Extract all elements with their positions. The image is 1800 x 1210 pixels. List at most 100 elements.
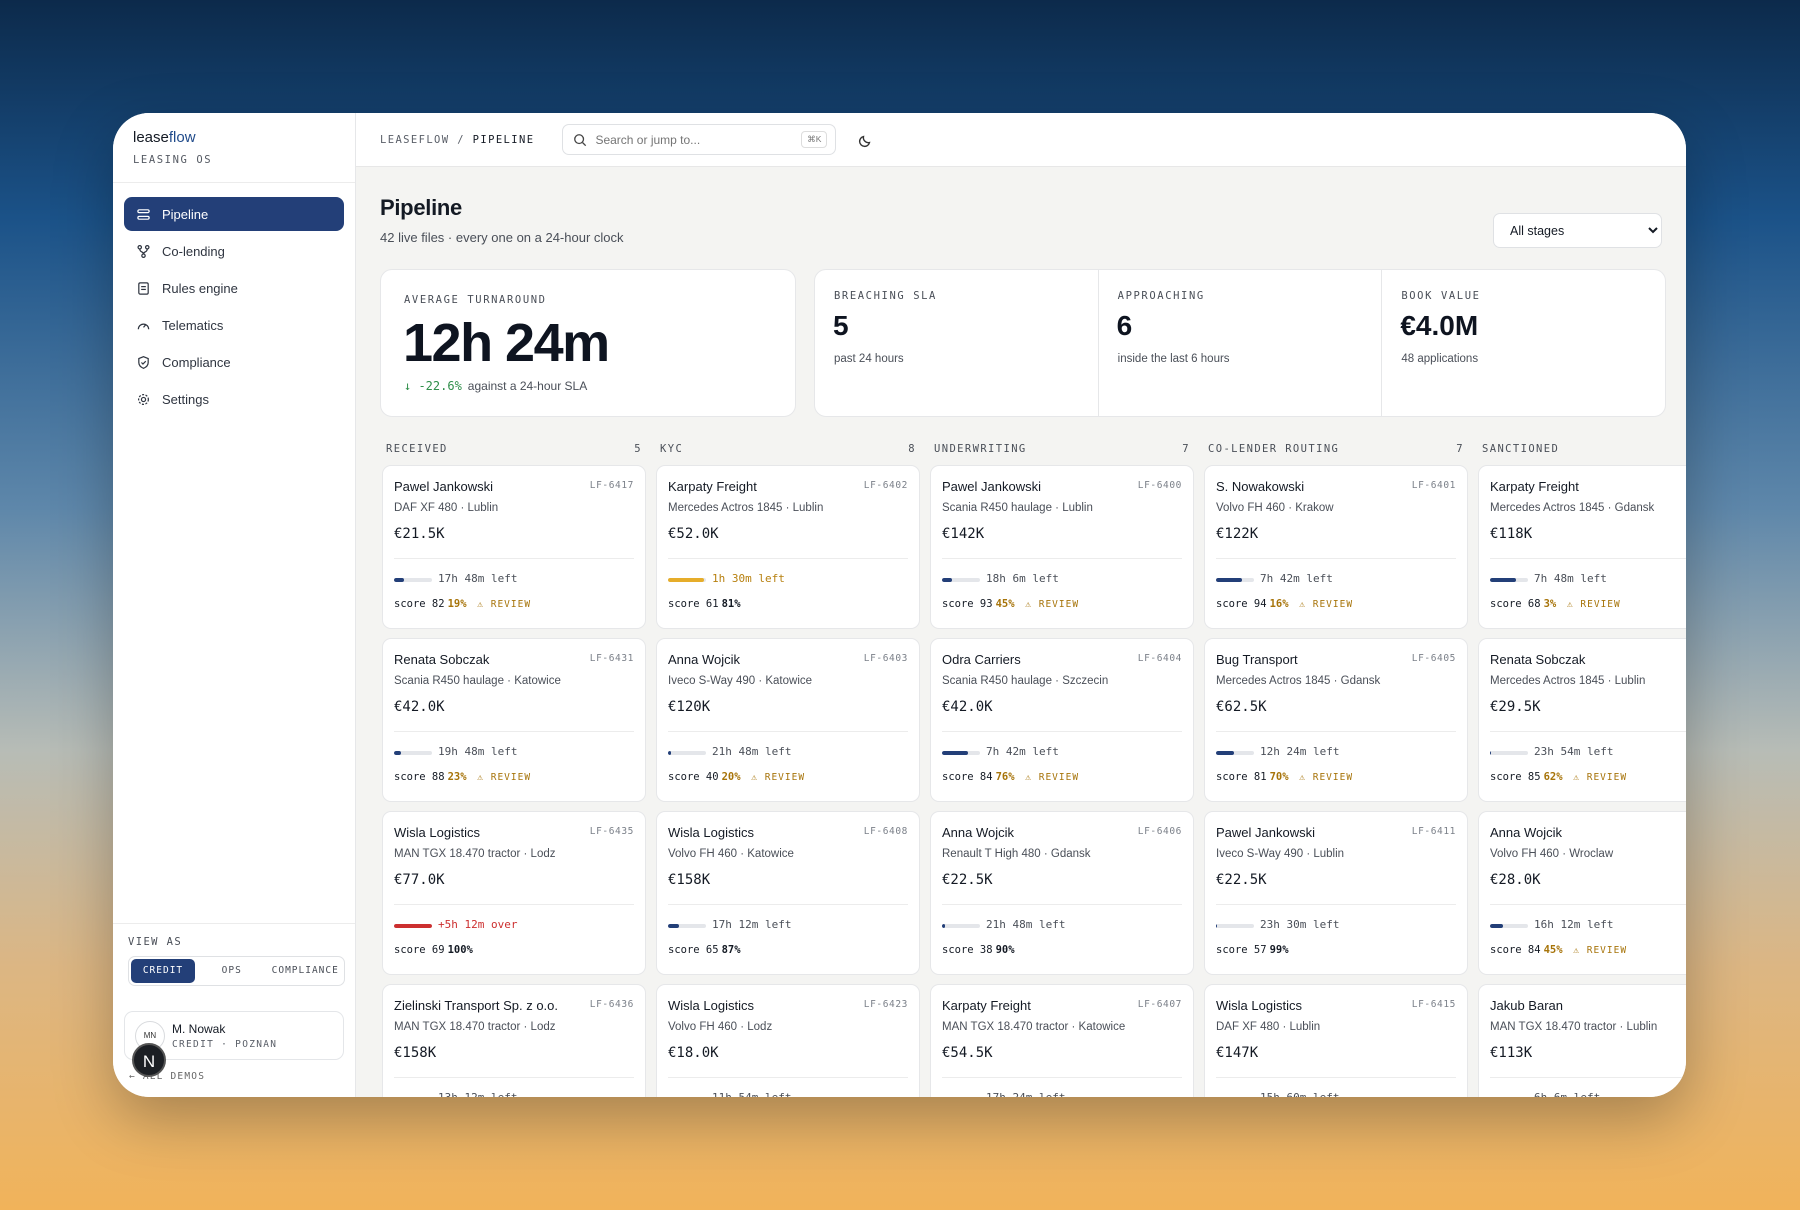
credit-score: score 68 [1490, 598, 1541, 610]
kpi-value: 12h 24m [403, 313, 610, 373]
application-card[interactable]: Jakub Baran MAN TGX 18.470 tractor · Lubl… [1478, 984, 1686, 1097]
application-id: LF-6405 [1411, 653, 1456, 664]
vehicle-info: Scania R450 haulage · Szczecin [942, 675, 1109, 687]
credit-score: score 93 [942, 598, 993, 610]
application-card[interactable]: Pawel Jankowski LF-6417 DAF XF 480 · Lubli… [382, 465, 646, 629]
score-row: score 82 19% ⚠ REVIEW [394, 598, 531, 610]
sla-time-remaining: 7h 42m left [1260, 572, 1333, 585]
kpi-label: BOOK VALUE [1401, 290, 1481, 302]
vehicle-info: MAN TGX 18.470 tractor · Lodz [394, 848, 556, 860]
application-card[interactable]: Anna Wojcik LF-6406 Renault T High 480 · G… [930, 811, 1194, 975]
card-divider [394, 904, 634, 905]
card-divider [942, 1077, 1182, 1078]
column-header: CO-LENDER ROUTING 7 [1204, 433, 1468, 465]
view-as-ops[interactable]: OPS [195, 959, 269, 983]
ltv-percent: 62% [1543, 771, 1563, 783]
sla-time-remaining: 21h 48m left [712, 745, 792, 758]
applicant-name: Anna Wojcik [1490, 825, 1563, 840]
review-flag: ⚠ REVIEW [1567, 772, 1628, 783]
application-card[interactable]: Bug Transport LF-6405 Mercedes Actros 1845… [1204, 638, 1468, 802]
sla-progress-fill [1216, 578, 1242, 582]
sidebar-item-label: Compliance [162, 354, 231, 370]
application-card[interactable]: Wisla Logistics LF-6408 Volvo FH 460 · Kat… [656, 811, 920, 975]
card-divider [668, 1077, 908, 1078]
sla-progress-bar [1216, 578, 1254, 582]
applicant-name: Odra Carriers [942, 652, 1021, 667]
sidebar-item-telematics[interactable]: Telematics [124, 308, 344, 342]
pipeline-board: RECEIVED 5 Pawel Jankowski LF-6417 DAF XF 48… [380, 433, 1686, 1097]
credit-score: score 65 [668, 944, 719, 956]
view-as-compliance[interactable]: COMPLIANCE [269, 959, 343, 983]
sla-time-remaining: 12h 24m left [1260, 745, 1340, 758]
sidebar-item-label: Telematics [162, 317, 224, 333]
application-card[interactable]: Anna Wojcik LF-6403 Iveco S-Way 490 · Kato… [656, 638, 920, 802]
application-card[interactable]: Wisla Logistics LF-6423 Volvo FH 460 · Lod… [656, 984, 920, 1097]
score-row: score 85 62% ⚠ REVIEW [1490, 771, 1627, 783]
application-card[interactable]: Karpaty Freight LF-6407 MAN TGX 18.470 tra… [930, 984, 1194, 1097]
vehicle-info: DAF XF 480 · Lublin [1216, 1021, 1321, 1033]
application-card[interactable]: S. Nowakowski LF-6401 Volvo FH 460 · Krako… [1204, 465, 1468, 629]
application-card[interactable]: Wisla Logistics LF-6415 DAF XF 480 · Lubli… [1204, 984, 1468, 1097]
view-as-credit[interactable]: CREDIT [131, 959, 195, 983]
loan-amount: €122K [1216, 526, 1259, 542]
sla-progress-bar [1490, 751, 1528, 755]
sidebar-item-compliance[interactable]: Compliance [124, 345, 344, 379]
kpi-note: 48 applications [1401, 353, 1479, 365]
application-card[interactable]: Karpaty Freight LF-6402 Mercedes Actros 18… [656, 465, 920, 629]
sla-progress-bar [668, 924, 706, 928]
sla-time-remaining: 1h 30m left [712, 572, 785, 585]
ltv-percent: 3% [1543, 598, 1557, 610]
sla-progress-fill [1490, 751, 1491, 755]
sla-time-remaining: 16h 12m left [1534, 918, 1614, 931]
application-card[interactable]: Odra Carriers LF-6404 Scania R450 haulage … [930, 638, 1194, 802]
rules-icon [138, 281, 149, 295]
review-label: REVIEW [490, 599, 532, 610]
applicant-name: Karpaty Freight [942, 998, 1031, 1013]
warning-icon: ⚠ [470, 599, 491, 610]
brand: leaseflow LEASING OS [113, 113, 355, 183]
application-card[interactable]: Zielinski Transport Sp. z o.o. LF-6436 MAN… [382, 984, 646, 1097]
card-divider [942, 558, 1182, 559]
application-card[interactable]: Karpaty Freight Mercedes Actros 1845 · Gd… [1478, 465, 1686, 629]
application-card[interactable]: Pawel Jankowski LF-6411 Iveco S-Way 490 · … [1204, 811, 1468, 975]
application-card[interactable]: Pawel Jankowski LF-6400 Scania R450 haulag… [930, 465, 1194, 629]
sla-time-remaining: 13h 12m left [438, 1091, 517, 1097]
app-logo[interactable]: leaseflow [133, 129, 335, 146]
app-subtitle: LEASING OS [133, 154, 213, 166]
sla-progress-bar [1490, 924, 1528, 928]
review-flag: ⚠ REVIEW [1293, 772, 1354, 783]
loan-amount: €52.0K [668, 526, 719, 542]
sla-progress-fill [668, 578, 704, 582]
sidebar-item-co-lending[interactable]: Co-lending [124, 234, 344, 268]
sidebar-item-rules-engine[interactable]: Rules engine [124, 271, 344, 305]
application-id: LF-6435 [589, 826, 634, 837]
sidebar: leaseflow LEASING OS Pipeline Co-lending R… [113, 113, 356, 1097]
n-badge-icon[interactable]: N [132, 1043, 166, 1077]
search-input[interactable] [595, 132, 796, 147]
stage-filter-select[interactable]: All stages [1493, 213, 1662, 248]
search-box[interactable]: ⌘K [562, 124, 837, 155]
application-id: LF-6402 [863, 480, 908, 491]
sidebar-item-settings[interactable]: Settings [124, 382, 344, 416]
sidebar-item-pipeline[interactable]: Pipeline [124, 197, 344, 231]
sidebar-nav: Pipeline Co-lending Rules engine Telematics… [113, 183, 355, 416]
review-flag: ⚠ REVIEW [1293, 599, 1354, 610]
kpi-turnaround: AVERAGE TURNAROUND 12h 24m ↓ -22.6% again… [380, 269, 796, 417]
app-window: leaseflow LEASING OS Pipeline Co-lending R… [113, 113, 1686, 1097]
sla-time-remaining: 11h 54m left [712, 1091, 791, 1097]
applicant-name: Renata Sobczak [1490, 652, 1586, 667]
credit-score: score 84 [942, 771, 993, 783]
ltv-percent: 23% [447, 771, 467, 783]
loan-amount: €28.0K [1490, 872, 1541, 888]
pipeline-icon [137, 208, 150, 220]
application-card[interactable]: Renata Sobczak Mercedes Actros 1845 · Lub… [1478, 638, 1686, 802]
moon-icon[interactable] [858, 132, 874, 148]
breadcrumb-current: PIPELINE [472, 133, 535, 146]
application-card[interactable]: Anna Wojcik Volvo FH 460 · Wroclaw €28.0K 1… [1478, 811, 1686, 975]
gear-icon [138, 393, 149, 405]
application-id: LF-6417 [589, 480, 634, 491]
application-card[interactable]: Renata Sobczak LF-6431 Scania R450 haulage… [382, 638, 646, 802]
review-label: REVIEW [1038, 772, 1080, 783]
card-divider [668, 558, 908, 559]
application-card[interactable]: Wisla Logistics LF-6435 MAN TGX 18.470 tra… [382, 811, 646, 975]
